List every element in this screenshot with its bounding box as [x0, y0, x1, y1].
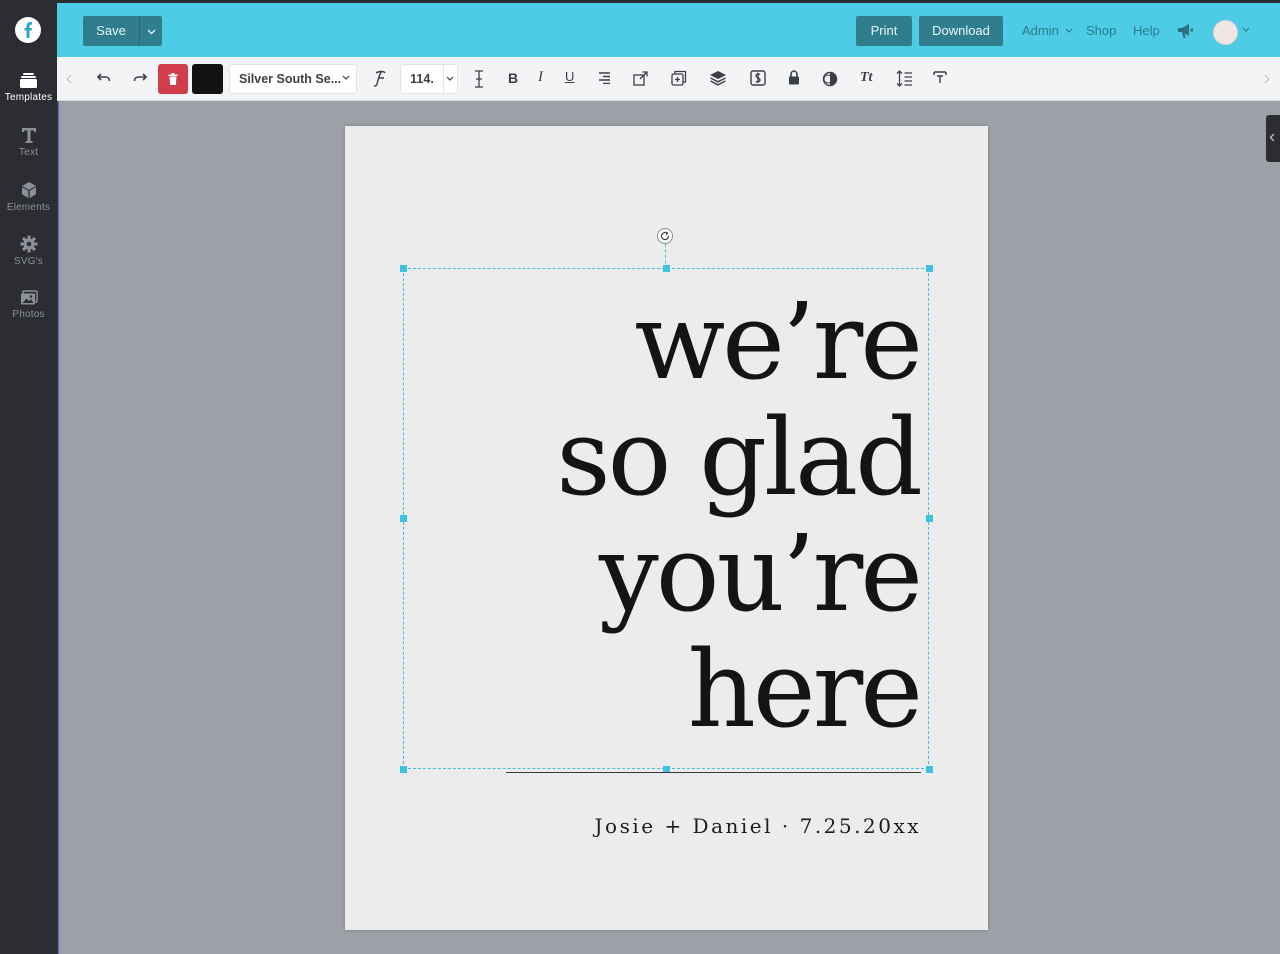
avatar[interactable] [1213, 20, 1238, 45]
chevron-down-icon[interactable] [1242, 27, 1250, 32]
left-sidebar: Templates Text Elements SVG's Photos [0, 0, 58, 954]
admin-menu[interactable]: Admin [1022, 23, 1073, 38]
price-tag-icon[interactable] [750, 70, 766, 86]
sidebar-item-svgs[interactable]: SVG's [0, 235, 57, 267]
resize-handle-top-right[interactable] [926, 265, 933, 272]
rotate-stem [665, 244, 666, 269]
megaphone-icon[interactable] [1176, 22, 1194, 39]
delete-button[interactable] [158, 64, 188, 94]
save-options-button[interactable] [140, 16, 162, 46]
admin-label: Admin [1022, 23, 1059, 38]
rotate-icon [660, 231, 670, 241]
byline-text[interactable]: Josie + Daniel · 7.25.20xx [505, 814, 921, 838]
sidebar-item-photos[interactable]: Photos [0, 290, 57, 320]
lock-icon[interactable] [788, 70, 800, 85]
print-button[interactable]: Print [856, 16, 912, 46]
font-family-value: Silver South Se... [239, 72, 342, 86]
help-link[interactable]: Help [1133, 23, 1160, 38]
elements-icon [21, 182, 36, 198]
templates-icon [20, 73, 37, 88]
resize-handle-right[interactable] [926, 515, 933, 522]
trash-icon [168, 73, 178, 85]
scroll-right-icon[interactable] [1264, 74, 1270, 84]
duplicate-icon[interactable] [671, 70, 687, 86]
sidebar-item-label: Elements [6, 202, 51, 213]
resize-handle-bottom-right[interactable] [926, 766, 933, 773]
resize-handle-top-left[interactable] [400, 265, 407, 272]
design-page[interactable]: we’re so glad you’re here Josie + Daniel… [345, 126, 988, 930]
font-size-input[interactable]: 114. [400, 64, 444, 94]
chevron-down-icon [446, 76, 454, 81]
photos-icon [20, 290, 38, 305]
chevron-left-icon [1269, 133, 1275, 142]
letter-spacing-icon[interactable] [933, 71, 947, 85]
text-icon [21, 128, 36, 143]
gear-icon [20, 235, 37, 253]
font-style-icon[interactable] [372, 70, 388, 88]
rotate-handle[interactable] [657, 228, 673, 244]
text-color-swatch[interactable] [192, 64, 223, 94]
sidebar-item-label: Photos [12, 309, 45, 320]
redo-icon[interactable] [133, 73, 147, 83]
selection-box[interactable] [400, 265, 933, 773]
download-button[interactable]: Download [919, 16, 1003, 46]
font-size-dropdown[interactable] [444, 64, 458, 94]
sidebar-item-elements[interactable]: Elements [0, 181, 57, 213]
text-cursor-icon[interactable] [473, 70, 485, 88]
sidebar-item-text[interactable]: Text [0, 126, 57, 158]
editor-toolbar: Silver South Se... 114. B I U Tt [57, 57, 1280, 101]
resize-handle-bottom-left[interactable] [400, 766, 407, 773]
italic-button[interactable]: I [538, 69, 543, 86]
app-logo[interactable] [15, 17, 41, 43]
chevron-down-icon [147, 29, 155, 35]
layers-icon[interactable] [709, 70, 727, 86]
sidebar-item-label: Text [18, 147, 39, 158]
font-family-select[interactable]: Silver South Se... [229, 64, 357, 94]
save-button[interactable]: Save [83, 16, 140, 46]
line-height-icon[interactable] [896, 70, 913, 87]
logo-icon [24, 22, 32, 38]
shop-link[interactable]: Shop [1086, 23, 1116, 38]
sidebar-item-label: SVG's [13, 256, 44, 267]
underline-button[interactable]: U [565, 69, 574, 84]
divider-line[interactable] [506, 772, 921, 773]
resize-icon[interactable] [633, 70, 649, 86]
chevron-down-icon [342, 75, 350, 80]
text-case-button[interactable]: Tt [860, 70, 872, 86]
sidebar-item-templates[interactable]: Templates [0, 72, 57, 103]
align-right-icon[interactable] [598, 72, 611, 84]
scroll-left-icon[interactable] [66, 74, 72, 84]
resize-handle-left[interactable] [400, 515, 407, 522]
chevron-down-icon [1066, 28, 1073, 33]
undo-icon[interactable] [97, 73, 111, 83]
bold-button[interactable]: B [508, 70, 518, 86]
opacity-icon[interactable] [822, 71, 838, 87]
right-panel-toggle[interactable] [1266, 115, 1280, 162]
top-bar: Save Print Download Admin Shop Help [57, 0, 1280, 57]
sidebar-item-label: Templates [4, 92, 53, 103]
